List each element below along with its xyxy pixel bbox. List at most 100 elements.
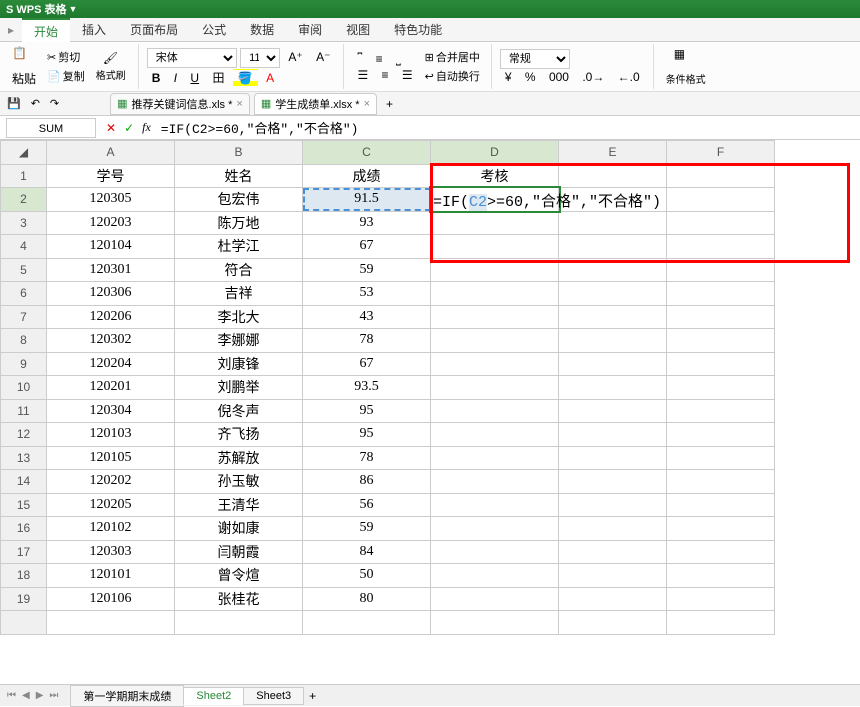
number-format-select[interactable]: 常规 — [500, 49, 570, 69]
cell-F10[interactable] — [667, 376, 775, 400]
cell-D13[interactable] — [431, 446, 559, 470]
redo-button[interactable]: ↷ — [47, 96, 62, 111]
cell-A13[interactable]: 120105 — [47, 446, 175, 470]
formula-cancel-button[interactable]: ✕ — [102, 121, 120, 135]
menu-insert[interactable]: 插入 — [70, 18, 118, 42]
row-head-4[interactable]: 4 — [1, 235, 47, 259]
cell-E4[interactable] — [559, 235, 667, 259]
undo-button[interactable]: ↶ — [28, 96, 43, 111]
align-top-button[interactable]: ⎴ — [352, 50, 367, 68]
cell-B9[interactable]: 刘康锋 — [175, 352, 303, 376]
cell-C4[interactable]: 67 — [303, 235, 431, 259]
menu-review[interactable]: 审阅 — [286, 18, 334, 42]
cell-E17[interactable] — [559, 540, 667, 564]
cell-A19[interactable]: 120106 — [47, 587, 175, 611]
cell-A2[interactable]: 120305 — [47, 188, 175, 212]
cell-D12[interactable] — [431, 423, 559, 447]
auto-wrap-button[interactable]: ↩自动换行 — [422, 67, 483, 85]
cell-C6[interactable]: 53 — [303, 282, 431, 306]
cell-D4[interactable] — [431, 235, 559, 259]
cell-A16[interactable]: 120102 — [47, 517, 175, 541]
cell-B10[interactable]: 刘鹏举 — [175, 376, 303, 400]
col-head-D[interactable]: D — [431, 141, 559, 165]
cell-F9[interactable] — [667, 352, 775, 376]
menu-feature[interactable]: 特色功能 — [382, 18, 454, 42]
cell-F15[interactable] — [667, 493, 775, 517]
next-sheet-button[interactable]: ▶ — [33, 690, 47, 701]
cell-D1[interactable]: 考核 — [431, 164, 559, 188]
cell-A6[interactable]: 120306 — [47, 282, 175, 306]
cell-B12[interactable]: 齐飞扬 — [175, 423, 303, 447]
row-head-15[interactable]: 15 — [1, 493, 47, 517]
file-menu-icon[interactable]: ▸ — [0, 23, 22, 37]
sheet-tab-1[interactable]: Sheet2 — [183, 687, 244, 705]
percent-button[interactable]: % — [520, 68, 541, 86]
row-head-10[interactable]: 10 — [1, 376, 47, 400]
cell-A3[interactable]: 120203 — [47, 211, 175, 235]
cell-A14[interactable]: 120202 — [47, 470, 175, 494]
cell-E10[interactable] — [559, 376, 667, 400]
col-head-F[interactable]: F — [667, 141, 775, 165]
cell-B18[interactable]: 曾令煊 — [175, 564, 303, 588]
cell-F4[interactable] — [667, 235, 775, 259]
cut-button[interactable]: ✂剪切 — [44, 48, 88, 66]
cell-F18[interactable] — [667, 564, 775, 588]
row-head-18[interactable]: 18 — [1, 564, 47, 588]
cell-B5[interactable]: 符合 — [175, 258, 303, 282]
cell-A11[interactable]: 120304 — [47, 399, 175, 423]
cell-B19[interactable]: 张桂花 — [175, 587, 303, 611]
cell-D7[interactable] — [431, 305, 559, 329]
cond-format-button[interactable]: ▦ 条件格式 — [662, 45, 710, 88]
cell-D8[interactable] — [431, 329, 559, 353]
menu-data[interactable]: 数据 — [238, 18, 286, 42]
cell-C19[interactable]: 80 — [303, 587, 431, 611]
row-head-2[interactable]: 2 — [1, 188, 47, 212]
cell-C13[interactable]: 78 — [303, 446, 431, 470]
cell-D9[interactable] — [431, 352, 559, 376]
font-size-select[interactable]: 11 — [240, 48, 280, 68]
italic-button[interactable]: I — [169, 69, 182, 87]
cell-E3[interactable] — [559, 211, 667, 235]
cell-C7[interactable]: 43 — [303, 305, 431, 329]
menu-page-layout[interactable]: 页面布局 — [118, 18, 190, 42]
cell-C16[interactable]: 59 — [303, 517, 431, 541]
paste-button[interactable]: 📋 粘贴 — [8, 44, 40, 89]
cell-B13[interactable]: 苏解放 — [175, 446, 303, 470]
cell-B11[interactable]: 倪冬声 — [175, 399, 303, 423]
decrease-font-button[interactable]: A⁻ — [311, 48, 335, 66]
cell-A5[interactable]: 120301 — [47, 258, 175, 282]
cell-C18[interactable]: 50 — [303, 564, 431, 588]
fill-color-button[interactable]: 🪣 — [233, 69, 258, 87]
cell-F19[interactable] — [667, 587, 775, 611]
cell-C12[interactable]: 95 — [303, 423, 431, 447]
first-sheet-button[interactable]: ⏮ — [4, 690, 19, 701]
cell-E9[interactable] — [559, 352, 667, 376]
cell-D5[interactable] — [431, 258, 559, 282]
decrease-decimal-button[interactable]: ←.0 — [613, 68, 645, 86]
cell-E18[interactable] — [559, 564, 667, 588]
cell-E11[interactable] — [559, 399, 667, 423]
formula-confirm-button[interactable]: ✓ — [120, 121, 138, 135]
row-head-17[interactable]: 17 — [1, 540, 47, 564]
formula-input[interactable]: =IF(C2>=60,"合格","不合格") — [155, 118, 860, 137]
doc-tab-0[interactable]: ▦ 推荐关键词信息.xls * × — [110, 93, 250, 115]
fx-button[interactable]: fx — [138, 120, 155, 135]
cell-C3[interactable]: 93 — [303, 211, 431, 235]
cell-A9[interactable]: 120204 — [47, 352, 175, 376]
font-color-button[interactable]: A — [261, 69, 279, 87]
align-middle-button[interactable]: ≡ — [371, 50, 388, 68]
cell-C10[interactable]: 93.5 — [303, 376, 431, 400]
row-head-19[interactable]: 19 — [1, 587, 47, 611]
cell-C8[interactable]: 78 — [303, 329, 431, 353]
cell-E8[interactable] — [559, 329, 667, 353]
cell-E15[interactable] — [559, 493, 667, 517]
cell-B17[interactable]: 闫朝霞 — [175, 540, 303, 564]
cell-C14[interactable]: 86 — [303, 470, 431, 494]
cell-B6[interactable]: 吉祥 — [175, 282, 303, 306]
row-head-5[interactable]: 5 — [1, 258, 47, 282]
cell-B16[interactable]: 谢如康 — [175, 517, 303, 541]
row-head-11[interactable]: 11 — [1, 399, 47, 423]
cell-A12[interactable]: 120103 — [47, 423, 175, 447]
cell-F16[interactable] — [667, 517, 775, 541]
comma-button[interactable]: 000 — [544, 68, 574, 86]
